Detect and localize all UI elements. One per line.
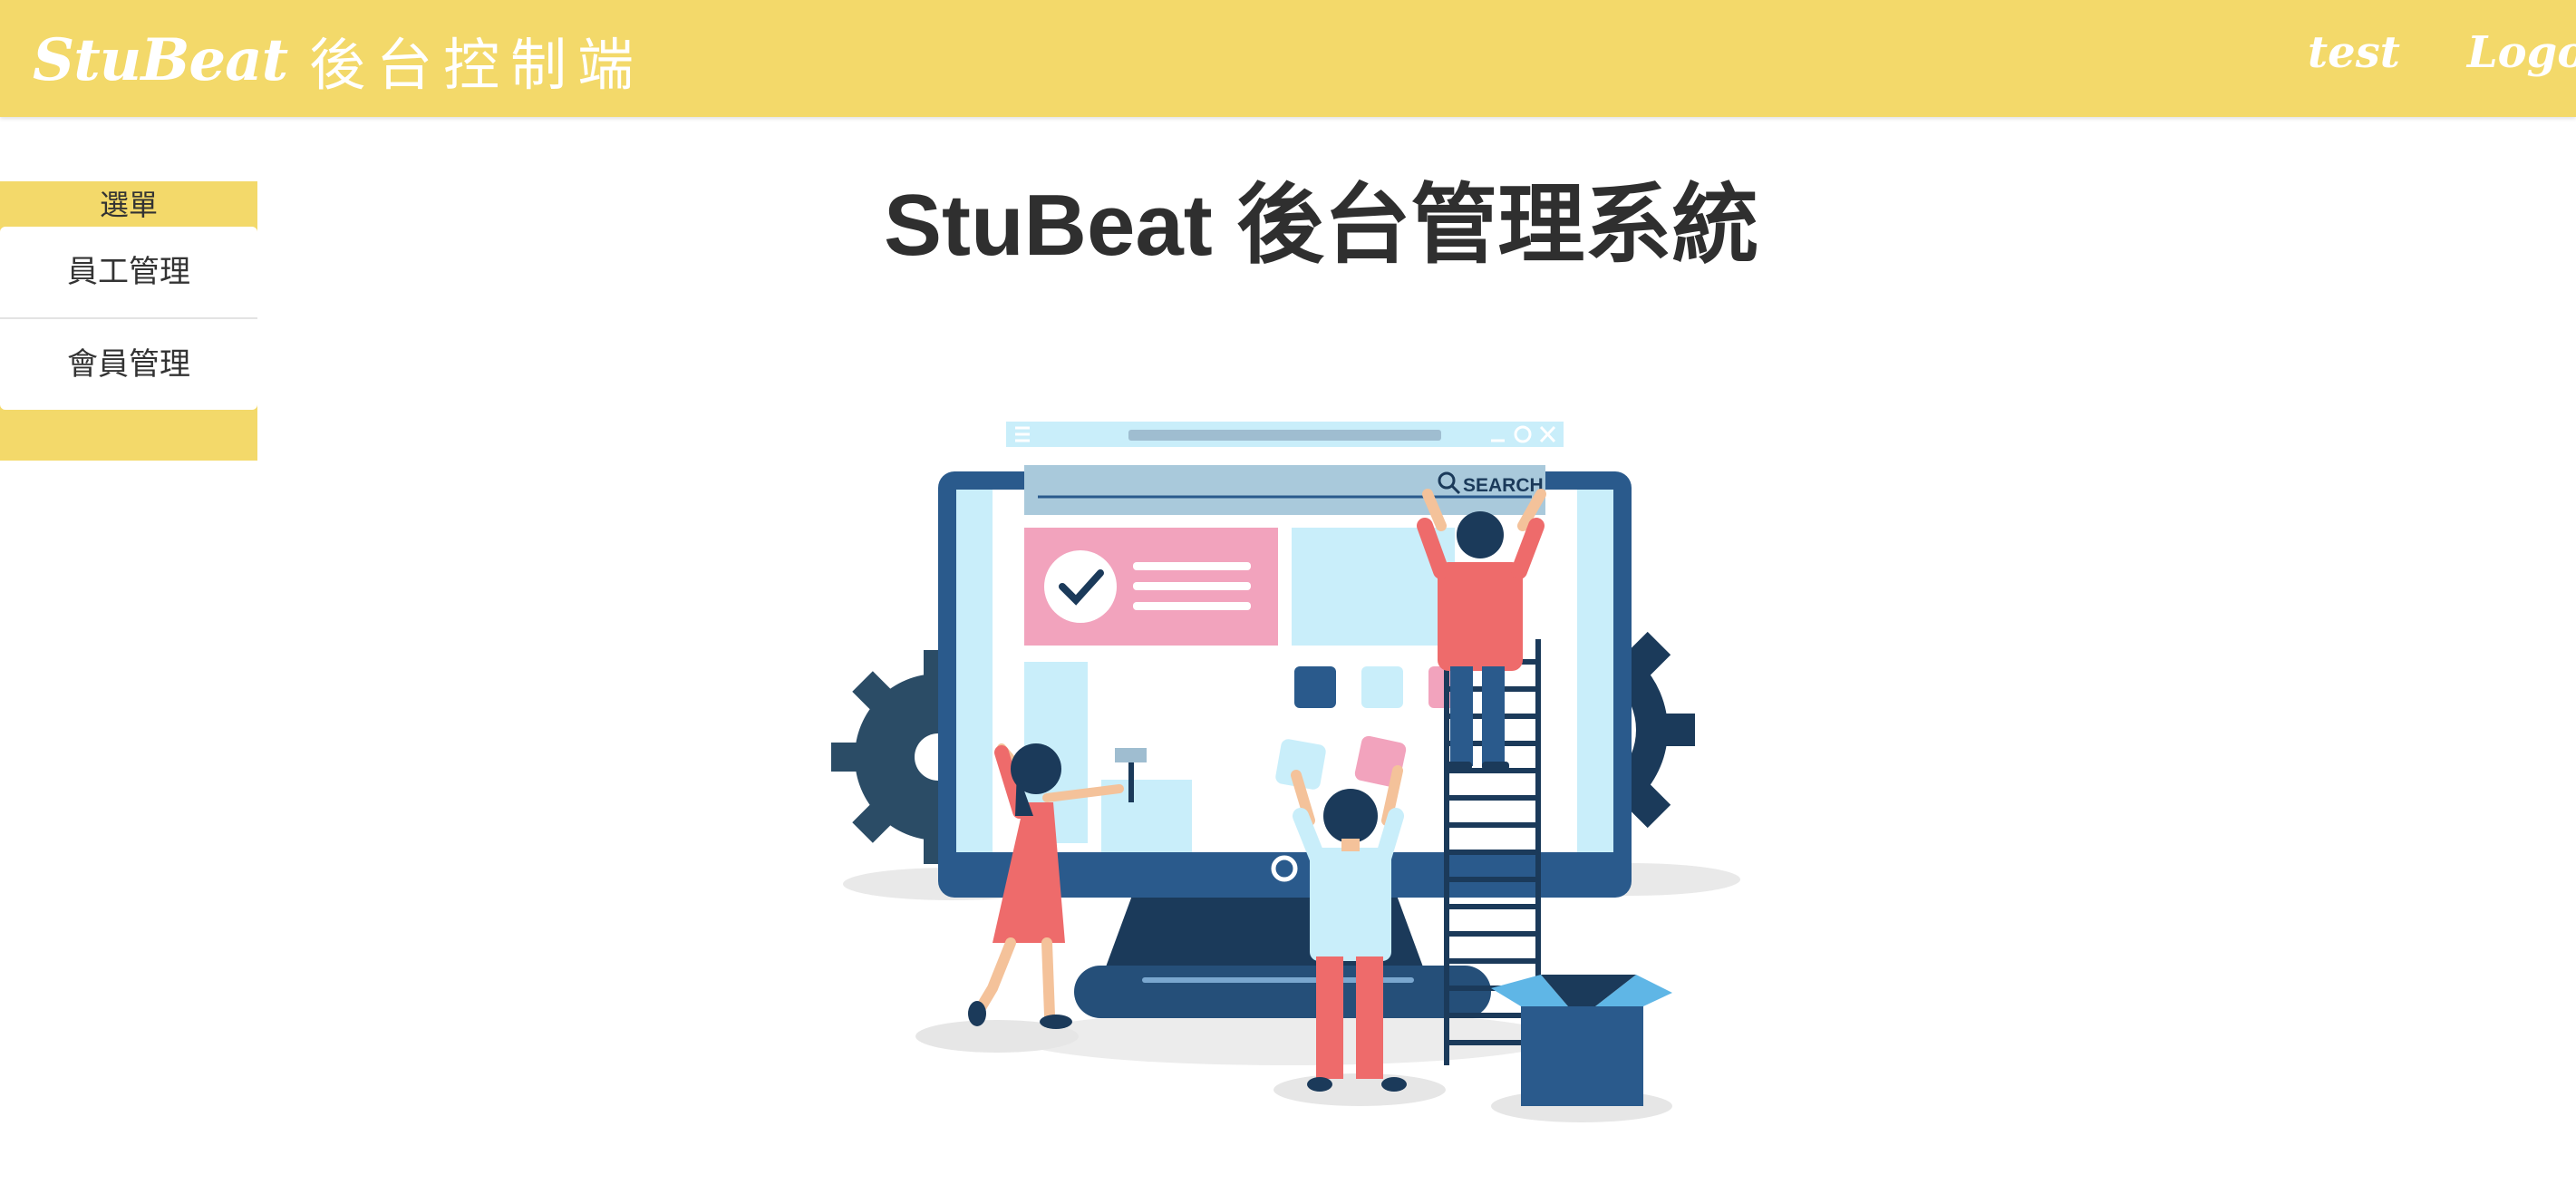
tile-navy xyxy=(1294,666,1336,708)
user-link[interactable]: test xyxy=(2308,27,2400,78)
brand[interactable]: StuBeat 後台控制端 xyxy=(33,16,644,103)
top-navbar: StuBeat 後台控制端 test Logout xyxy=(0,0,2576,117)
brand-subtitle: 後台控制端 xyxy=(309,32,645,98)
sidebar-item-member-management[interactable]: 會員管理 xyxy=(0,319,257,410)
monitor-base xyxy=(1074,966,1491,1018)
tile-light xyxy=(1361,666,1403,708)
search-label: SEARCH xyxy=(1463,475,1544,496)
ground-shadow-base xyxy=(1015,1011,1559,1065)
check-circle-icon xyxy=(1044,550,1117,623)
sidebar-list: 員工管理 會員管理 xyxy=(0,227,257,410)
logout-link[interactable]: Logout xyxy=(2467,27,2576,78)
sidebar-title: 選單 xyxy=(99,188,158,222)
browser-address-bar xyxy=(1128,430,1441,441)
brand-logo[interactable]: StuBeat xyxy=(33,26,288,94)
page-title: StuBeat 後台管理系統 xyxy=(884,177,1759,274)
screen-side-left xyxy=(956,490,993,852)
card-text-lines xyxy=(1133,562,1251,610)
admin-dashboard-illustration: SEARCH xyxy=(831,422,1740,1122)
screen-side-right xyxy=(1577,490,1613,852)
sidebar-item-employee-management[interactable]: 員工管理 xyxy=(0,227,257,319)
sidebar-menu: 選單 員工管理 會員管理 xyxy=(0,181,257,461)
nav-links: test Logout xyxy=(2308,27,2576,78)
